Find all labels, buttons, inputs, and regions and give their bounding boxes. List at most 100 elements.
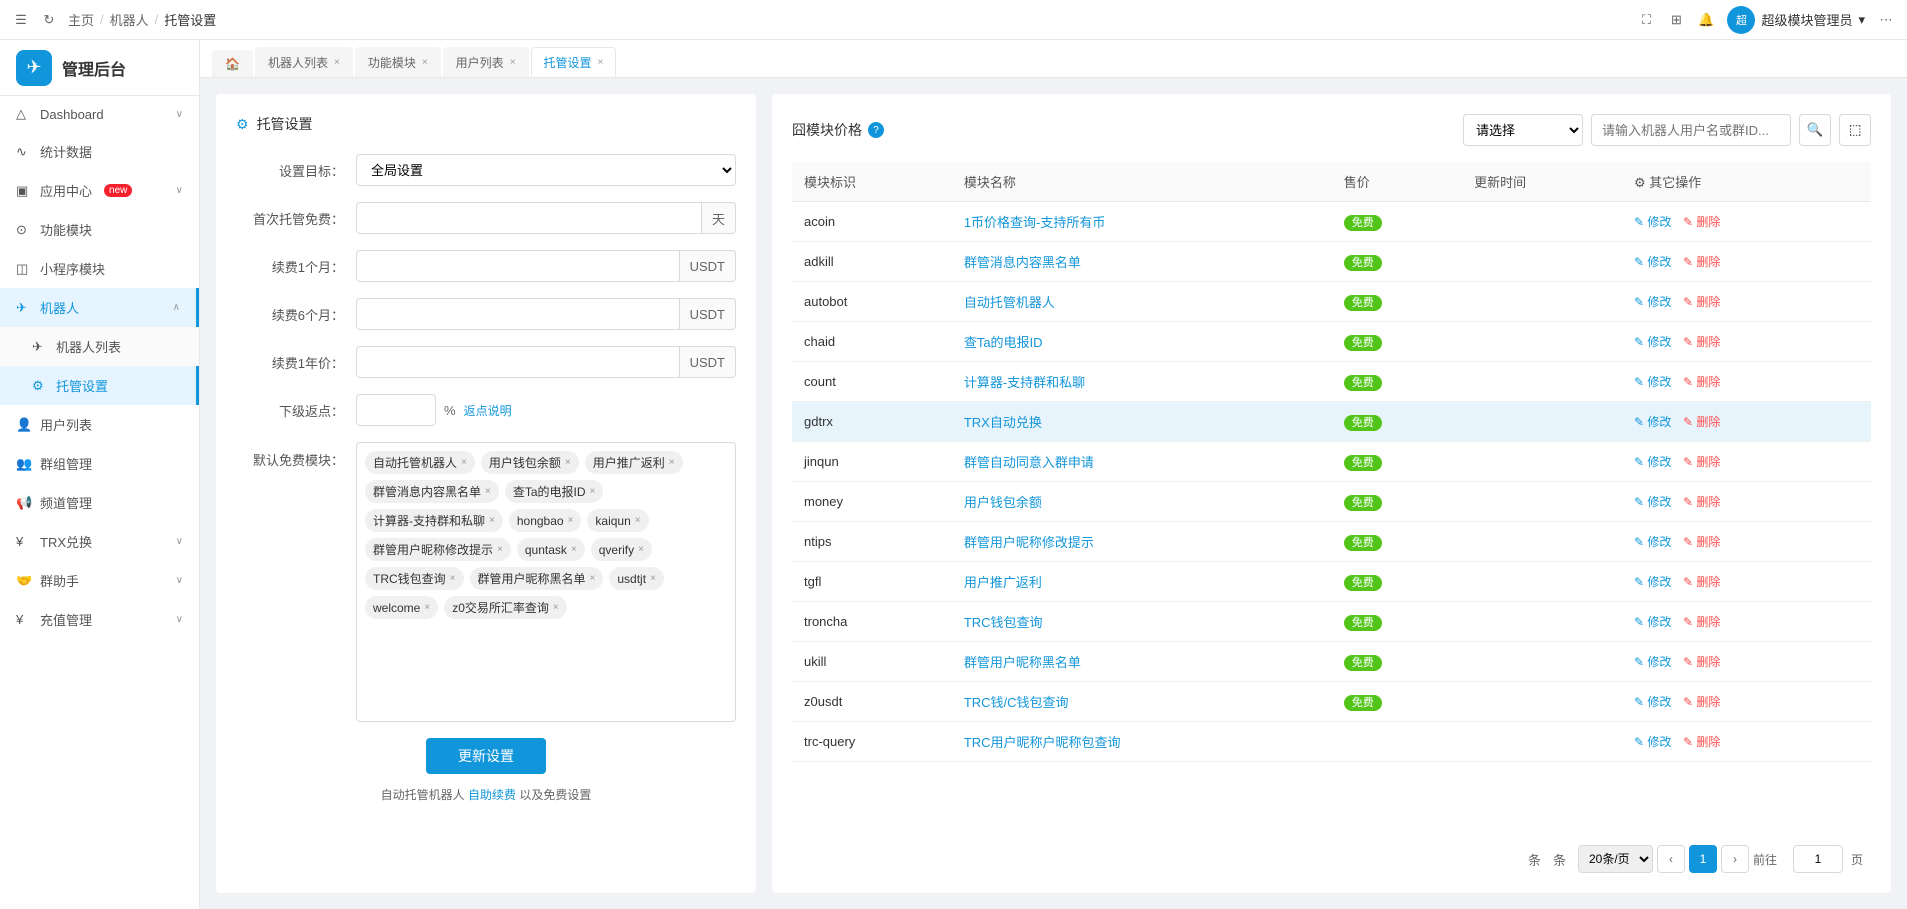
page-1-btn[interactable]: 1 [1689,845,1717,873]
delete-link[interactable]: 删除 [1683,335,1720,349]
delete-link[interactable]: 删除 [1683,415,1720,429]
module-link[interactable]: 计算器-支持群和私聊 [964,375,1085,390]
tag-delete[interactable]: × [590,573,596,584]
renew6m-input[interactable]: 25 [356,298,680,330]
module-link[interactable]: 群管用户昵称黑名单 [964,655,1081,670]
delete-link[interactable]: 删除 [1683,455,1720,469]
sidebar-item-user-list[interactable]: 👤 用户列表 [0,405,199,444]
next-page-btn[interactable]: › [1721,845,1749,873]
page-size-select[interactable]: 20条/页 10条/页 50条/页 [1578,845,1653,873]
edit-link[interactable]: 修改 [1634,695,1671,709]
module-link[interactable]: 用户推广返利 [964,575,1042,590]
module-link[interactable]: TRC钱/C钱包查询 [964,695,1069,710]
goto-page-input[interactable] [1793,845,1843,873]
renew1m-input[interactable]: 5 [356,250,680,282]
tab-robot-list[interactable]: 机器人列表 × [255,47,353,77]
sidebar-item-recharge[interactable]: ¥ 充值管理 ∨ [0,600,199,639]
tag-delete[interactable]: × [638,544,644,555]
edit-link[interactable]: 修改 [1634,735,1671,749]
sidebar-item-group-helper[interactable]: 🤝 群助手 ∨ [0,561,199,600]
module-link[interactable]: 自动托管机器人 [964,295,1055,310]
renew1y-input[interactable]: 50 [356,346,680,378]
edit-link[interactable]: 修改 [1634,415,1671,429]
module-link[interactable]: TRC用户昵称户昵称包查询 [964,735,1121,750]
tag-delete[interactable]: × [669,457,675,468]
tag-delete[interactable]: × [635,515,641,526]
more-icon[interactable]: ⋯ [1877,11,1895,29]
tag-delete[interactable]: × [497,544,503,555]
help-icon[interactable]: ? [868,122,884,138]
sidebar-item-robot-list[interactable]: ✈ 机器人列表 [0,327,199,366]
prev-page-btn[interactable]: ‹ [1657,845,1685,873]
module-link[interactable]: 群管用户昵称修改提示 [964,535,1094,550]
breadcrumb-robot[interactable]: 机器人 [110,10,149,29]
sidebar-item-trx[interactable]: ¥ TRX兑换 ∨ [0,522,199,561]
menu-icon[interactable]: ☰ [12,11,30,29]
update-button[interactable]: 更新设置 [426,738,546,774]
tab-hosting[interactable]: 托管设置 × [531,47,617,77]
module-link[interactable]: 查Ta的电报ID [964,335,1043,350]
edit-link[interactable]: 修改 [1634,575,1671,589]
delete-link[interactable]: 删除 [1683,655,1720,669]
sidebar-item-robot[interactable]: ✈ 机器人 ∧ [0,288,199,327]
tab-home[interactable]: 🏠 [212,50,253,77]
rebate-input[interactable]: 80 [356,394,436,426]
first-free-input[interactable]: 2 [356,202,702,234]
sidebar-item-channel[interactable]: 📢 频道管理 [0,483,199,522]
sidebar-item-app-center[interactable]: ▣ 应用中心 new ∨ [0,171,199,210]
tag-delete[interactable]: × [553,602,559,613]
bell-icon[interactable]: 🔔 [1697,11,1715,29]
module-link[interactable]: 1币价格查询-支持所有币 [964,215,1106,230]
edit-link[interactable]: 修改 [1634,655,1671,669]
sidebar-item-stats[interactable]: ∿ 统计数据 [0,132,199,171]
module-link[interactable]: 用户钱包余额 [964,495,1042,510]
sidebar-item-group-mgr[interactable]: 👥 群组管理 [0,444,199,483]
sidebar-item-dashboard[interactable]: △ Dashboard ∨ [0,96,199,132]
tag-delete[interactable]: × [485,486,491,497]
delete-link[interactable]: 删除 [1683,375,1720,389]
tag-delete[interactable]: × [565,457,571,468]
tab-func-module[interactable]: 功能模块 × [355,47,441,77]
tab-user-close[interactable]: × [510,57,516,68]
search-button[interactable]: 🔍 [1799,114,1831,146]
delete-link[interactable]: 删除 [1683,295,1720,309]
user-menu[interactable]: 超 超级模块管理员 ▾ [1727,6,1865,34]
tab-hosting-close[interactable]: × [598,57,604,68]
breadcrumb-home[interactable]: 主页 [68,10,94,29]
delete-link[interactable]: 删除 [1683,735,1720,749]
delete-link[interactable]: 删除 [1683,255,1720,269]
expand-icon[interactable]: ⛶ [1637,11,1655,29]
delete-link[interactable]: 删除 [1683,575,1720,589]
module-link[interactable]: 群管自动同意入群申请 [964,455,1094,470]
target-select[interactable]: 全局设置 [356,154,736,186]
tag-delete[interactable]: × [424,602,430,613]
delete-link[interactable]: 删除 [1683,535,1720,549]
delete-link[interactable]: 删除 [1683,215,1720,229]
tab-user-list[interactable]: 用户列表 × [443,47,529,77]
delete-link[interactable]: 删除 [1683,495,1720,509]
tag-delete[interactable]: × [571,544,577,555]
edit-link[interactable]: 修改 [1634,215,1671,229]
rebate-link[interactable]: 返点说明 [464,402,512,419]
tag-delete[interactable]: × [461,457,467,468]
sidebar-item-func-module[interactable]: ⊙ 功能模块 [0,210,199,249]
module-link[interactable]: TRC钱包查询 [964,615,1043,630]
edit-link[interactable]: 修改 [1634,255,1671,269]
edit-link[interactable]: 修改 [1634,615,1671,629]
edit-link[interactable]: 修改 [1634,295,1671,309]
edit-link[interactable]: 修改 [1634,535,1671,549]
footer-link[interactable]: 自助续费 [468,788,516,802]
module-link[interactable]: TRX自动兑换 [964,415,1042,430]
search-select[interactable]: 请选择 [1463,114,1583,146]
free-modules-container[interactable]: 自动托管机器人×用户钱包余额×用户推广返利×群管消息内容黑名单×查Ta的电报ID… [356,442,736,722]
export-button[interactable]: ⬚ [1839,114,1871,146]
refresh-icon[interactable]: ↻ [40,11,58,29]
sidebar-item-hosting[interactable]: ⚙ 托管设置 [0,366,199,405]
tab-func-close[interactable]: × [422,57,428,68]
sidebar-item-mini-module[interactable]: ◫ 小程序模块 [0,249,199,288]
edit-link[interactable]: 修改 [1634,495,1671,509]
module-link[interactable]: 群管消息内容黑名单 [964,255,1081,270]
tag-delete[interactable]: × [450,573,456,584]
tag-delete[interactable]: × [590,486,596,497]
tag-delete[interactable]: × [568,515,574,526]
